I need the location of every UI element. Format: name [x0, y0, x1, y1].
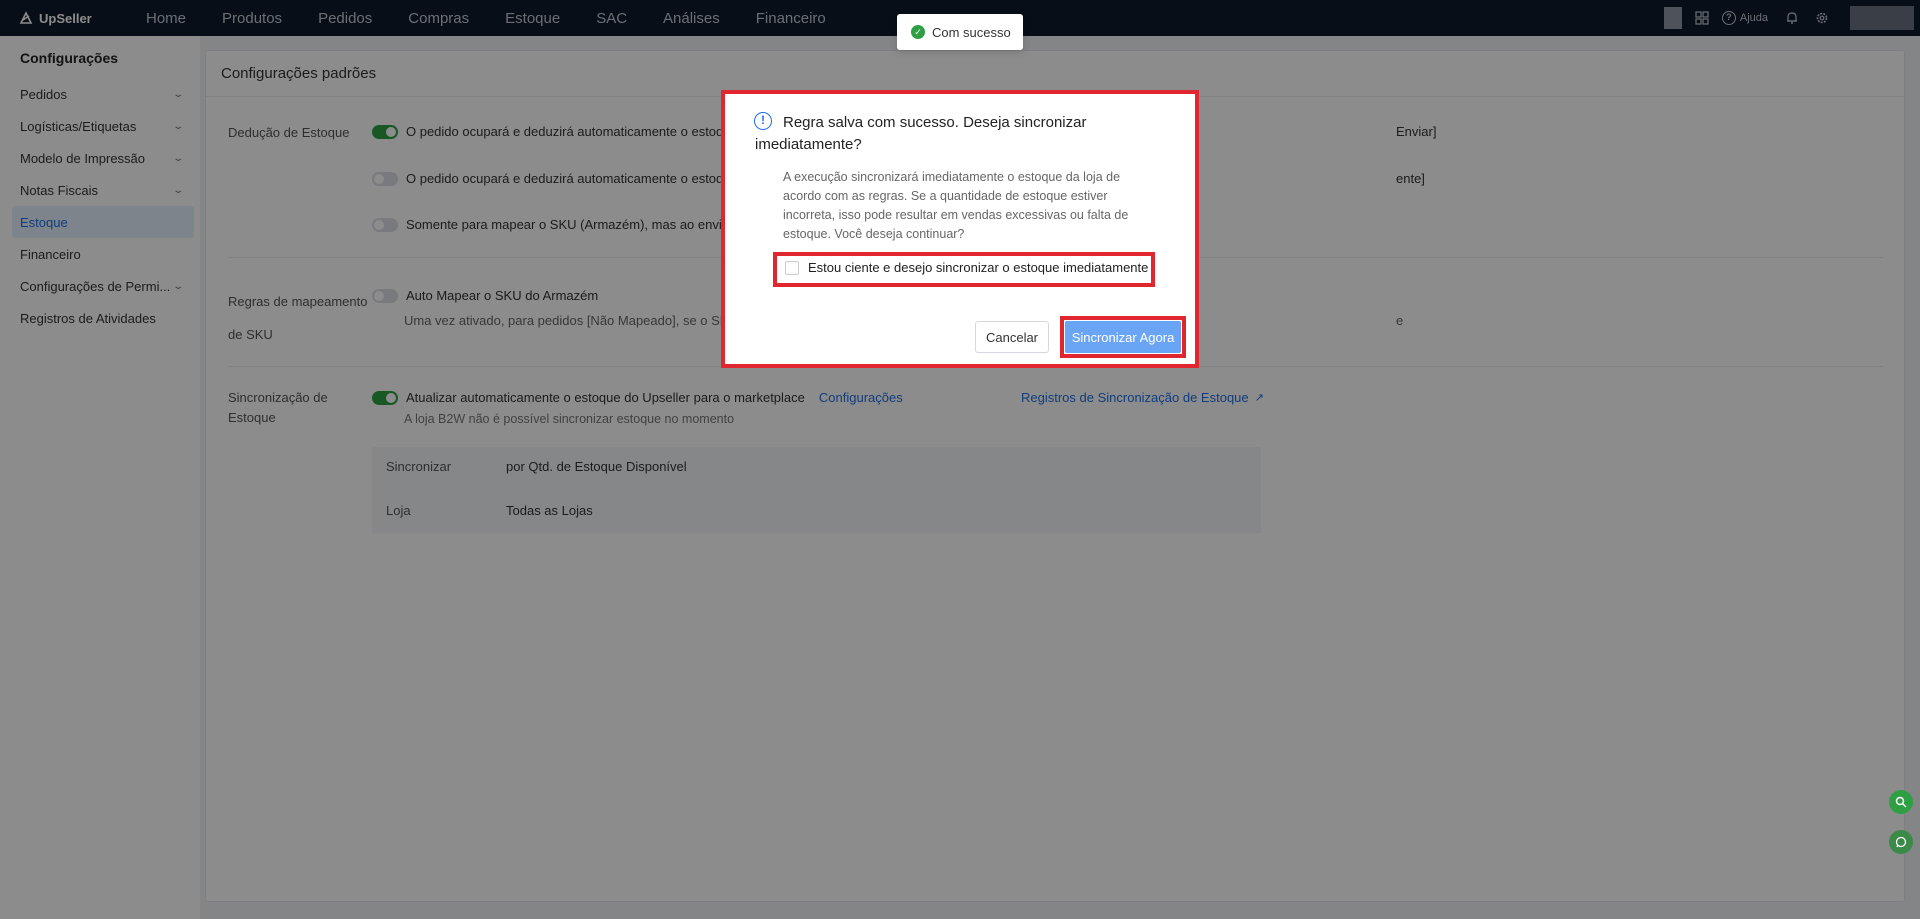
cancel-button[interactable]: Cancelar [975, 321, 1049, 353]
acknowledge-checkbox-label[interactable]: Estou ciente e desejo sincronizar o esto… [808, 260, 1148, 275]
toast-message: Com sucesso [932, 24, 1011, 40]
whatsapp-icon[interactable] [1889, 830, 1913, 854]
modal-description: A execução sincronizará imediatamente o … [783, 170, 1129, 241]
acknowledge-checkbox-row[interactable]: Estou ciente e desejo sincronizar o esto… [785, 260, 1148, 275]
acknowledge-checkbox[interactable] [785, 260, 799, 275]
sync-now-button[interactable]: Sincronizar Agora [1065, 321, 1181, 353]
search-float-icon[interactable] [1889, 790, 1913, 814]
success-toast: ✓ Com sucesso [897, 14, 1023, 50]
check-circle-icon: ✓ [911, 25, 925, 39]
modal-title: Regra salva com sucesso. Deseja sincroni… [755, 114, 1087, 153]
